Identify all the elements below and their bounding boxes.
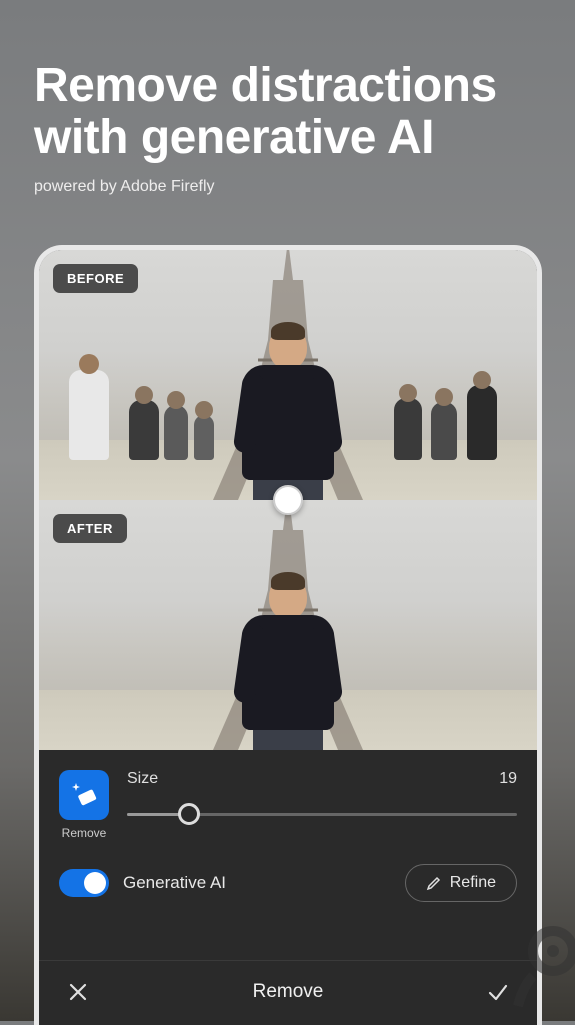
before-badge: BEFORE bbox=[53, 264, 138, 293]
close-icon[interactable] bbox=[67, 981, 89, 1003]
generative-ai-toggle[interactable] bbox=[59, 869, 109, 897]
remove-tool-label: Remove bbox=[62, 826, 107, 840]
phone-frame: BEFORE AFTER bbox=[34, 245, 542, 1025]
after-image: AFTER bbox=[39, 500, 537, 750]
refine-button[interactable]: Refine bbox=[405, 864, 517, 902]
pencil-icon bbox=[426, 875, 442, 891]
size-label: Size bbox=[127, 770, 158, 788]
comparison-slider-handle[interactable] bbox=[273, 485, 303, 515]
eraser-sparkle-icon bbox=[69, 780, 99, 810]
before-after-comparison[interactable]: BEFORE AFTER bbox=[39, 250, 537, 750]
size-value: 19 bbox=[499, 770, 517, 788]
main-subject bbox=[238, 325, 338, 500]
main-subject bbox=[238, 575, 338, 750]
after-badge: AFTER bbox=[53, 514, 127, 543]
generative-ai-label: Generative AI bbox=[123, 873, 391, 893]
bottom-action-bar: Remove bbox=[39, 960, 537, 1025]
refine-label: Refine bbox=[450, 874, 496, 892]
editor-controls: Remove Size 19 Generative AI bbox=[39, 750, 537, 1025]
hero-subtitle: powered by Adobe Firefly bbox=[34, 178, 541, 196]
before-image: BEFORE bbox=[39, 250, 537, 500]
size-slider-knob[interactable] bbox=[178, 803, 200, 825]
size-slider[interactable] bbox=[127, 802, 517, 826]
remove-tool-button[interactable] bbox=[59, 770, 109, 820]
hero-section: Remove distractions with generative AI p… bbox=[0, 0, 575, 196]
hero-title: Remove distractions with generative AI bbox=[34, 60, 541, 164]
watermark-logo bbox=[503, 921, 575, 1011]
panel-title: Remove bbox=[253, 981, 324, 1003]
